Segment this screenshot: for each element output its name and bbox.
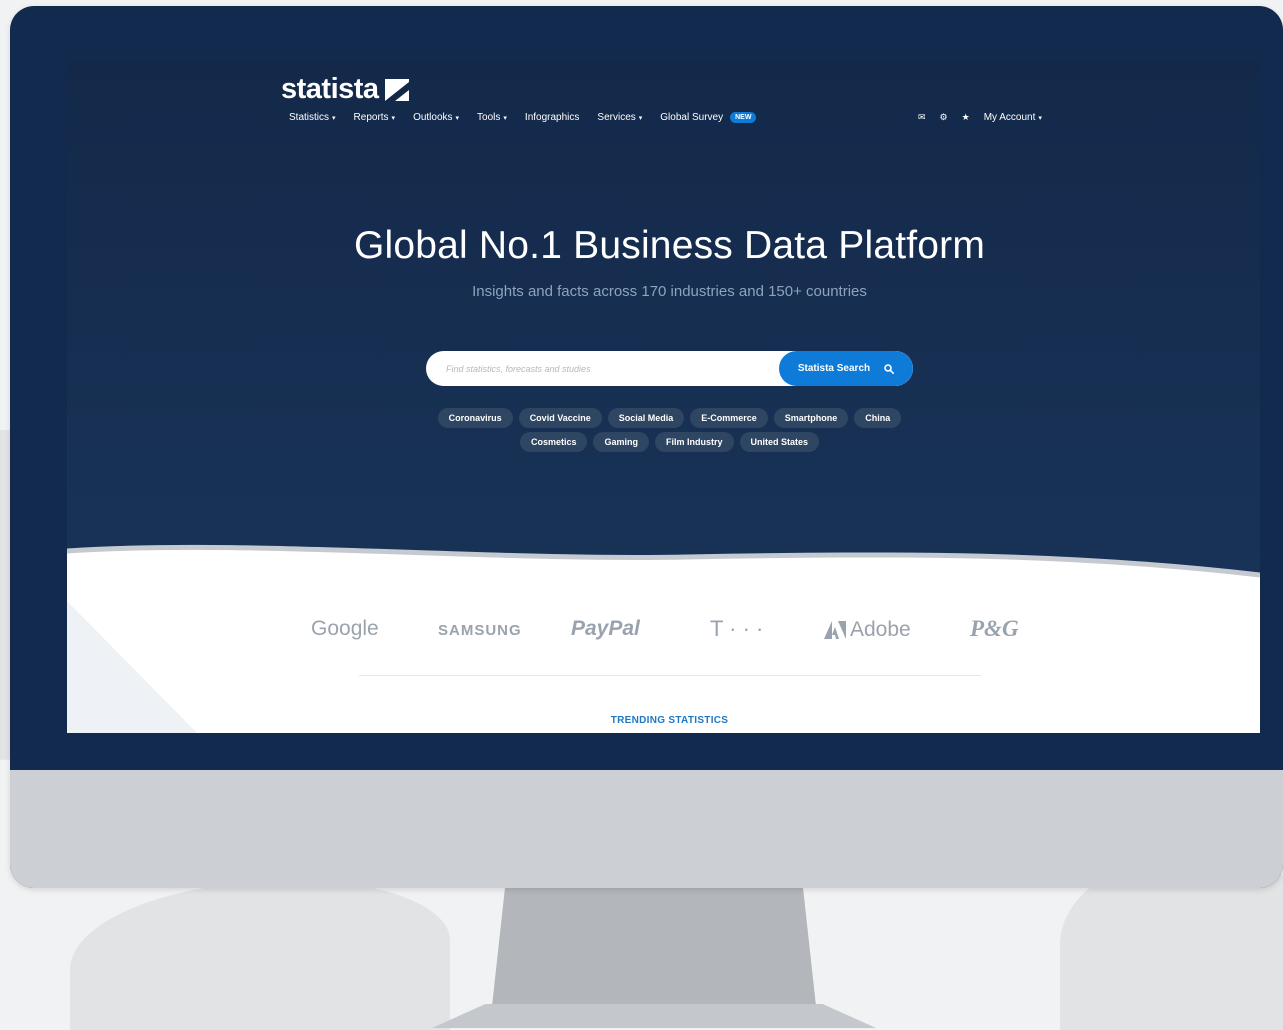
topic-chip[interactable]: Gaming <box>593 432 649 452</box>
client-logos: Google SAMSUNG PayPal T · · · Adobe P&G <box>311 614 1031 648</box>
nav-label: Statistics <box>289 112 330 123</box>
account-nav: ✉ ⚙ ★ My Account ▾ <box>918 112 1042 123</box>
paypal-logo: PayPal <box>571 617 640 640</box>
caret-down-icon: ▾ <box>1038 114 1042 122</box>
topic-chip[interactable]: United States <box>739 432 820 452</box>
topic-chip[interactable]: Covid Vaccine <box>518 408 602 428</box>
star-icon[interactable]: ★ <box>962 112 970 123</box>
topic-chip[interactable]: E-Commerce <box>690 408 768 428</box>
background-triangle <box>67 601 197 733</box>
adobe-mark-icon <box>824 621 846 639</box>
search-input[interactable] <box>426 351 779 386</box>
background-map-shape <box>70 880 450 1030</box>
nav-tools[interactable]: Tools ▾ <box>477 112 507 123</box>
monitor-chin <box>10 770 1283 888</box>
account-label: My Account <box>983 112 1036 123</box>
settings-icon[interactable]: ⚙ <box>940 112 948 123</box>
telekom-logo: T · · · <box>710 616 764 641</box>
logo-mark-icon <box>384 78 409 101</box>
mail-icon[interactable]: ✉ <box>918 112 926 123</box>
nav-statistics[interactable]: Statistics ▾ <box>289 112 336 123</box>
nav-infographics[interactable]: Infographics <box>525 112 579 123</box>
caret-down-icon: ▾ <box>503 114 507 122</box>
caret-down-icon: ▾ <box>455 114 460 122</box>
monitor-stand <box>492 888 816 1006</box>
monitor-stand-base <box>432 1004 876 1028</box>
nav-reports[interactable]: Reports ▾ <box>354 112 396 123</box>
topic-chip[interactable]: Coronavirus <box>437 408 513 428</box>
nav-label: Global Survey <box>660 112 724 123</box>
logo-text: statista <box>281 73 379 105</box>
pg-logo: P&G <box>970 616 1019 641</box>
caret-down-icon: ▾ <box>638 114 643 122</box>
nav-label: Outlooks <box>413 112 453 123</box>
hero-headline: Global No.1 Business Data Platform <box>353 224 986 267</box>
caret-down-icon: ▾ <box>332 114 336 122</box>
topic-chips-row-1: Coronavirus Covid Vaccine Social Media E… <box>67 408 1260 428</box>
my-account-menu[interactable]: My Account ▾ <box>984 112 1042 123</box>
nav-label: Reports <box>353 112 389 123</box>
search-icon <box>884 363 895 374</box>
nav-global-survey[interactable]: Global Survey NEW <box>660 112 757 123</box>
section-divider <box>359 675 981 676</box>
screen: statista Statistics ▾ Reports ▾ Outlooks… <box>67 61 1260 733</box>
caret-down-icon: ▾ <box>391 114 396 122</box>
search-button[interactable]: Statista Search <box>779 351 913 386</box>
nav-label: Tools <box>477 112 501 123</box>
new-badge: NEW <box>730 112 757 123</box>
search-bar: Statista Search <box>426 351 913 386</box>
adobe-logo: Adobe <box>824 618 911 642</box>
nav-outlooks[interactable]: Outlooks ▾ <box>413 112 459 123</box>
trending-statistics-heading: TRENDING STATISTICS <box>610 715 729 726</box>
google-logo: Google <box>311 617 379 640</box>
main-nav: Statistics ▾ Reports ▾ Outlooks ▾ Tools … <box>289 112 757 123</box>
search-button-label: Statista Search <box>797 363 871 374</box>
statista-logo[interactable]: statista <box>281 73 409 106</box>
topic-chip[interactable]: Cosmetics <box>519 432 588 452</box>
topic-chips-row-2: Cosmetics Gaming Film Industry United St… <box>67 432 1260 452</box>
topic-chip[interactable]: Social Media <box>607 408 685 428</box>
monitor-frame: statista Statistics ▾ Reports ▾ Outlooks… <box>10 6 1283 888</box>
nav-label: Services <box>597 112 636 123</box>
nav-services[interactable]: Services ▾ <box>597 112 642 123</box>
nav-label: Infographics <box>524 112 580 123</box>
topic-chip[interactable]: Film Industry <box>655 432 734 452</box>
adobe-logo-text: Adobe <box>850 618 911 641</box>
topic-chip[interactable]: Smartphone <box>773 408 849 428</box>
hero-section <box>67 61 1260 581</box>
topic-chip[interactable]: China <box>854 408 902 428</box>
samsung-logo: SAMSUNG <box>438 622 522 639</box>
hero-subline: Insights and facts across 170 industries… <box>472 283 867 300</box>
